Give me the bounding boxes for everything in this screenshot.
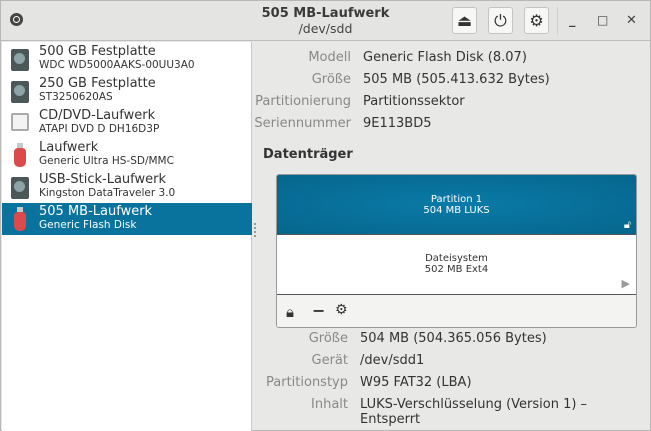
- details-label: Inhalt: [311, 397, 348, 412]
- drive-list-item[interactable]: Laufwerk Generic Ultra HS-SD/MMC: [2, 139, 252, 171]
- minimize-button[interactable]: _: [569, 13, 576, 28]
- window-subtitle: /dev/sdd: [298, 21, 353, 36]
- drive-model: Generic Ultra HS-SD/MMC: [39, 155, 174, 167]
- gear-icon: ⚙: [529, 11, 544, 30]
- eject-button[interactable]: ⏏: [452, 7, 477, 34]
- drive-name: 505 MB-Laufwerk: [39, 204, 153, 219]
- details-value: W95 FAT32 (LBA): [360, 375, 472, 390]
- gears-icon[interactable]: ⚙: [335, 302, 348, 318]
- pane-resize-handle[interactable]: [254, 223, 257, 237]
- drive-name: Laufwerk: [39, 140, 99, 155]
- drive-model: ST3250620AS: [39, 91, 113, 103]
- drive-model: WDC WD5000AAKS-00UU3A0: [39, 59, 195, 71]
- drive-settings-button[interactable]: ⚙: [524, 7, 549, 34]
- maximize-button[interactable]: □: [597, 13, 608, 27]
- drive-label: Partitionierung: [255, 94, 351, 109]
- drive-value: Partitionssektor: [363, 94, 465, 109]
- volumes-heading: Datenträger: [263, 147, 353, 162]
- filesystem-name: Dateisystem: [425, 253, 488, 264]
- hdd-icon: [11, 81, 29, 103]
- volume-toolbar: 🔒︎ − ⚙: [277, 295, 636, 327]
- partition-1-block[interactable]: Partition 1 504 MB LUKS 🔓︎: [277, 175, 636, 235]
- close-button[interactable]: ✕: [626, 13, 637, 28]
- drive-value: 505 MB (505.413.632 Bytes): [363, 72, 550, 87]
- volume-map: Partition 1 504 MB LUKS 🔓︎ Dateisystem 5…: [276, 174, 637, 328]
- details-label: Gerät: [311, 353, 348, 368]
- header-bar: 505 MB-Laufwerk /dev/sdd ⏏ ⏻ ⚙ _ □ ✕: [1, 1, 650, 41]
- unlocked-icon: 🔓︎: [623, 218, 631, 231]
- drive-list-item[interactable]: CD/DVD-Laufwerk ATAPI DVD D DH16D3P: [2, 107, 252, 139]
- drive-list-item[interactable]: 500 GB Festplatte WDC WD5000AAKS-00UU3A0: [2, 43, 252, 75]
- eject-icon: ⏏: [456, 11, 473, 30]
- cd-icon: [11, 113, 29, 131]
- drive-label: Modell: [308, 50, 351, 65]
- drive-value: 9E113BD5: [363, 116, 432, 131]
- window-title: 505 MB-Laufwerk: [261, 6, 390, 21]
- drive-label: Seriennummer: [254, 116, 351, 131]
- usb-icon: [14, 207, 26, 231]
- usb-icon: [14, 143, 26, 167]
- window: 505 MB-Laufwerk /dev/sdd ⏏ ⏻ ⚙ _ □ ✕ 500…: [0, 0, 651, 431]
- filesystem-block[interactable]: Dateisystem 502 MB Ext4 ▶: [277, 235, 636, 295]
- details-label: Partitionstyp: [266, 375, 348, 390]
- partition-name: Partition 1: [430, 194, 483, 205]
- lock-icon[interactable]: 🔒︎: [286, 303, 294, 321]
- drive-name: 250 GB Festplatte: [39, 76, 156, 91]
- filesystem-desc: 502 MB Ext4: [424, 264, 489, 275]
- separator: [557, 7, 558, 35]
- drive-list-item[interactable]: USB-Stick-Laufwerk Kingston DataTraveler…: [2, 171, 252, 203]
- drive-model: Kingston DataTraveler 3.0: [39, 187, 176, 199]
- details-value: LUKS-Verschlüsselung (Version 1) – Entsp…: [360, 397, 588, 427]
- details-value: /dev/sdd1: [360, 353, 425, 368]
- drive-list-item[interactable]: 250 GB Festplatte ST3250620AS: [2, 75, 252, 107]
- drive-value: Generic Flash Disk (8.07): [363, 50, 527, 65]
- remove-partition-icon[interactable]: −: [312, 301, 325, 320]
- power-off-button[interactable]: ⏻: [488, 7, 513, 34]
- drive-name: 500 GB Festplatte: [39, 44, 156, 59]
- details-label: Größe: [308, 331, 348, 346]
- mount-play-icon[interactable]: ▶: [622, 277, 630, 290]
- power-icon: ⏻: [494, 10, 507, 30]
- hdd-icon: [11, 49, 29, 71]
- details-value: 504 MB (504.365.056 Bytes): [360, 331, 547, 346]
- drive-list-item[interactable]: 505 MB-Laufwerk Generic Flash Disk: [2, 203, 252, 235]
- drive-model: ATAPI DVD D DH16D3P: [39, 123, 160, 135]
- drive-list: 500 GB Festplatte WDC WD5000AAKS-00UU3A0…: [2, 42, 252, 431]
- drive-label: Größe: [311, 72, 351, 87]
- hdd-icon: [11, 177, 29, 199]
- partition-desc: 504 MB LUKS: [423, 205, 490, 216]
- drive-model: Generic Flash Disk: [39, 219, 137, 231]
- drive-name: USB-Stick-Laufwerk: [39, 172, 167, 187]
- drive-name: CD/DVD-Laufwerk: [39, 108, 156, 123]
